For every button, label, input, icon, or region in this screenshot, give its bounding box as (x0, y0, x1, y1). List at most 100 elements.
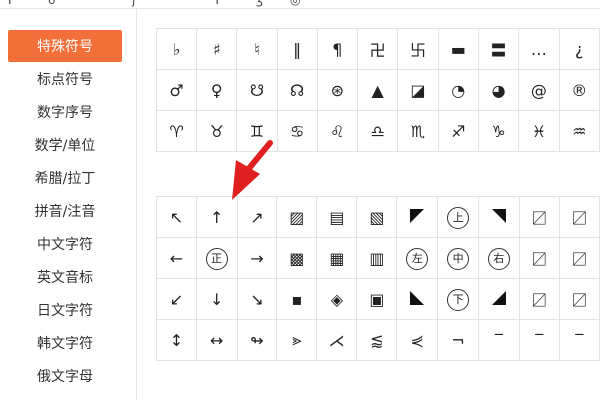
symbol-cell[interactable]: ↙ (156, 278, 197, 320)
symbol-cell[interactable]: 左 (396, 237, 439, 279)
top-strip-symbol[interactable]: ʃ (132, 0, 136, 7)
symbol-cell[interactable]: 上 (437, 196, 479, 238)
symbol-cell[interactable]: ⋌ (316, 319, 358, 361)
symbol-cell[interactable]: ♂ (155, 69, 198, 111)
symbol-grid-top: ♭ ♯ ♮ ‖ ¶ 卍 卐 ▬ 〓 … ¿ ♂ ♀ ☋ ☊ ⊛ ▲ ◪ ◔ ◕ … (155, 28, 600, 152)
symbol-cell[interactable]: 中 (437, 237, 479, 279)
symbol-cell[interactable]: ♋ (276, 110, 318, 152)
category-pinyin-zhuyin[interactable]: 拼音/注音 (8, 195, 122, 227)
symbol-cell[interactable]: ♓ (518, 110, 560, 152)
category-punctuation[interactable]: 标点符号 (8, 63, 122, 95)
symbol-cell[interactable]: 〼 (558, 196, 600, 238)
symbol-cell[interactable]: ↔ (195, 319, 238, 361)
symbol-cell[interactable]: ♯ (196, 28, 238, 70)
symbol-cell[interactable]: @ (518, 69, 560, 111)
symbol-cell[interactable]: ↕ (156, 319, 197, 361)
category-russian-letters[interactable]: 俄文字母 (8, 360, 122, 392)
category-korean-characters[interactable]: 韩文字符 (8, 327, 122, 359)
symbol-cell[interactable]: ◪ (397, 69, 439, 111)
symbol-cell[interactable]: ▥ (356, 237, 398, 279)
symbol-cell[interactable]: 正 (195, 237, 238, 279)
symbol-cell[interactable]: ♊ (236, 110, 278, 152)
symbol-cell[interactable]: ↖ (156, 196, 197, 238)
symbol-cell[interactable]: ☊ (276, 69, 318, 111)
symbol-cell[interactable]: ♌ (316, 110, 358, 152)
symbol-cell[interactable] (396, 278, 439, 320)
symbol-cell[interactable]: ⪢ (276, 319, 318, 361)
symbol-cell[interactable]: 下 (437, 278, 479, 320)
category-number-sequence[interactable]: 数字序号 (8, 96, 122, 128)
symbol-cell[interactable]: … (518, 28, 560, 70)
symbol-cell[interactable]: ◈ (316, 278, 358, 320)
symbol-cell[interactable]: ‖ (276, 28, 318, 70)
top-strip-symbol[interactable]: ◎ (290, 0, 300, 7)
symbol-cell[interactable]: 〼 (558, 237, 600, 279)
symbol-cell[interactable] (477, 278, 520, 320)
symbol-cell[interactable] (477, 196, 520, 238)
category-math-units[interactable]: 数学/单位 (8, 129, 122, 161)
symbol-cell[interactable]: ¬ (437, 319, 479, 361)
symbol-cell[interactable]: 〓 (477, 28, 520, 70)
category-japanese-characters[interactable]: 日文字符 (8, 294, 122, 326)
symbol-cell[interactable]: ↘ (236, 278, 278, 320)
symbol-cell[interactable] (396, 196, 439, 238)
symbol-cell[interactable]: ♭ (155, 28, 198, 70)
category-special-symbols[interactable]: 特殊符号 (8, 30, 122, 62)
symbol-cell[interactable]: ↑ (195, 196, 238, 238)
symbol-cell[interactable]: ⋞ (396, 319, 439, 361)
symbol-cell[interactable]: 〼 (518, 196, 560, 238)
symbol-cell[interactable]: ▤ (316, 196, 358, 238)
category-english-phonetics[interactable]: 英文音标 (8, 261, 122, 293)
symbol-cell[interactable]: ▲ (356, 69, 399, 111)
symbol-cell[interactable]: ‾ (518, 319, 560, 361)
category-greek-latin[interactable]: 希腊/拉丁 (8, 162, 122, 194)
symbol-cell[interactable]: 卐 (397, 28, 439, 70)
symbol-cell[interactable]: ▬ (437, 28, 479, 70)
symbol-cell[interactable]: ⪅ (356, 319, 398, 361)
symbol-cell[interactable]: ↓ (195, 278, 238, 320)
symbol-cell[interactable]: ♑ (477, 110, 520, 152)
symbol-cell[interactable]: 〼 (518, 278, 560, 320)
symbol-cell[interactable]: ▨ (276, 196, 318, 238)
symbol-cell[interactable]: ♮ (236, 28, 278, 70)
symbol-cell[interactable]: ◔ (437, 69, 479, 111)
symbol-cell[interactable]: ▩ (276, 237, 318, 279)
symbol-cell[interactable]: ♒ (558, 110, 600, 152)
symbol-cell[interactable]: ‾ (477, 319, 520, 361)
symbol-cell[interactable]: ▪ (276, 278, 318, 320)
circled-char: 正 (205, 247, 228, 270)
symbol-row: ♭ ♯ ♮ ‖ ¶ 卍 卐 ▬ 〓 … ¿ (155, 28, 600, 70)
symbol-cell[interactable]: ¿ (558, 28, 600, 70)
symbol-cell[interactable]: 右 (477, 237, 520, 279)
symbol-cell[interactable]: 卍 (356, 28, 399, 70)
symbol-cell[interactable]: ← (156, 237, 197, 279)
symbol-cell[interactable]: ♉ (196, 110, 238, 152)
symbol-cell[interactable]: ↬ (236, 319, 278, 361)
category-chinese-characters[interactable]: 中文字符 (8, 228, 122, 260)
symbol-cell[interactable]: ◕ (477, 69, 520, 111)
symbol-cell[interactable]: ‾ (558, 319, 600, 361)
triangle-bottom-right-icon (491, 290, 506, 305)
symbol-row: ← 正 → ▩ ▦ ▥ 左 中 右 〼 〼 (156, 237, 600, 279)
symbol-cell[interactable]: ▣ (356, 278, 398, 320)
symbol-cell[interactable]: ♏ (397, 110, 439, 152)
top-strip-symbol[interactable]: ʒ (256, 0, 263, 7)
symbol-cell[interactable]: 〼 (518, 237, 560, 279)
symbol-cell[interactable]: ® (558, 69, 600, 111)
symbol-cell[interactable]: ♀ (196, 69, 238, 111)
symbol-cell[interactable]: ▦ (316, 237, 358, 279)
symbol-cell[interactable]: → (236, 237, 278, 279)
top-strip-symbol[interactable]: Ͱ (8, 0, 16, 7)
symbol-cell[interactable]: 〼 (558, 278, 600, 320)
top-strip-symbol[interactable]: ʊ (48, 0, 55, 7)
symbol-cell[interactable]: ♐ (437, 110, 479, 152)
sidebar-divider (136, 8, 137, 400)
symbol-cell[interactable]: ↗ (236, 196, 278, 238)
symbol-cell[interactable]: ▧ (356, 196, 398, 238)
symbol-cell[interactable]: ¶ (316, 28, 358, 70)
top-strip-symbol[interactable]: Ͳ (212, 0, 222, 7)
symbol-cell[interactable]: ☋ (236, 69, 278, 111)
symbol-cell[interactable]: ♎ (356, 110, 399, 152)
symbol-cell[interactable]: ⊛ (316, 69, 358, 111)
symbol-cell[interactable]: ♈ (155, 110, 198, 152)
